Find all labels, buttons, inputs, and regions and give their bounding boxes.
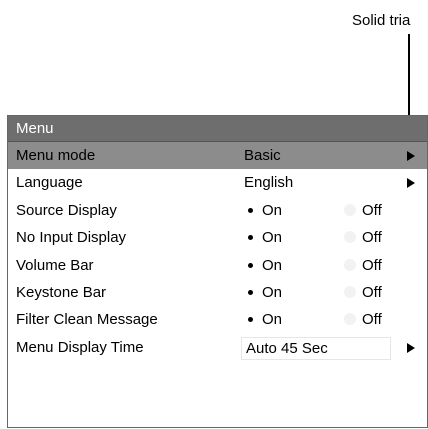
menu-display-time-value: Auto 45 Sec bbox=[246, 339, 328, 357]
radio-off-label: Off bbox=[362, 229, 382, 247]
radio-selected-dot-icon bbox=[248, 207, 253, 213]
menu-row-menu-mode[interactable]: Menu mode Basic bbox=[8, 142, 427, 170]
submenu-arrow-icon[interactable] bbox=[407, 151, 415, 161]
radio-unselected-icon bbox=[344, 231, 356, 244]
source-display-label: Source Display bbox=[16, 201, 117, 219]
language-label: Language bbox=[16, 174, 83, 192]
radio-unselected-icon bbox=[344, 258, 356, 271]
menu-row-keystone-bar[interactable]: Keystone Bar On Off bbox=[8, 279, 427, 306]
menu-mode-label: Menu mode bbox=[16, 147, 96, 164]
radio-selected-dot-icon bbox=[248, 289, 253, 295]
radio-on-label: On bbox=[262, 256, 283, 274]
radio-off-label: Off bbox=[362, 311, 382, 329]
submenu-arrow-icon[interactable] bbox=[407, 178, 415, 189]
radio-on-label: On bbox=[262, 311, 283, 329]
radio-off-label: Off bbox=[362, 256, 382, 274]
submenu-arrow-icon[interactable] bbox=[407, 342, 415, 353]
menu-display-time-label: Menu Display Time bbox=[16, 338, 144, 356]
menu-row-menu-display-time[interactable]: Menu Display Time Auto 45 Sec bbox=[8, 334, 427, 361]
menu-row-filter-clean-message[interactable]: Filter Clean Message On Off bbox=[8, 306, 427, 333]
radio-unselected-icon bbox=[344, 285, 356, 298]
radio-off-label: Off bbox=[362, 201, 382, 219]
menu-row-no-input-display[interactable]: No Input Display On Off bbox=[8, 224, 427, 251]
volume-bar-label: Volume Bar bbox=[16, 256, 94, 274]
callout-label: Solid tria bbox=[352, 12, 411, 29]
language-value: English bbox=[244, 174, 294, 192]
menu-panel: Menu Menu mode Basic Language English So… bbox=[7, 115, 428, 428]
menu-mode-value: Basic bbox=[244, 147, 281, 164]
no-input-display-label: No Input Display bbox=[16, 229, 127, 247]
keystone-bar-label: Keystone Bar bbox=[16, 283, 107, 301]
radio-unselected-icon bbox=[344, 313, 356, 326]
menu-display-time-field[interactable]: Auto 45 Sec bbox=[241, 336, 391, 360]
filter-clean-message-label: Filter Clean Message bbox=[16, 311, 158, 329]
radio-selected-dot-icon bbox=[248, 317, 253, 323]
menu-row-language[interactable]: Language English bbox=[8, 169, 427, 196]
menu-row-volume-bar[interactable]: Volume Bar On Off bbox=[8, 252, 427, 279]
radio-off-label: Off bbox=[362, 283, 382, 301]
radio-unselected-icon bbox=[344, 203, 356, 216]
radio-selected-dot-icon bbox=[248, 235, 253, 241]
radio-on-label: On bbox=[262, 229, 283, 247]
radio-on-label: On bbox=[262, 283, 283, 301]
menu-title: Menu bbox=[8, 116, 427, 142]
menu-row-source-display[interactable]: Source Display On Off bbox=[8, 197, 427, 224]
radio-selected-dot-icon bbox=[248, 262, 253, 268]
radio-on-label: On bbox=[262, 201, 283, 219]
